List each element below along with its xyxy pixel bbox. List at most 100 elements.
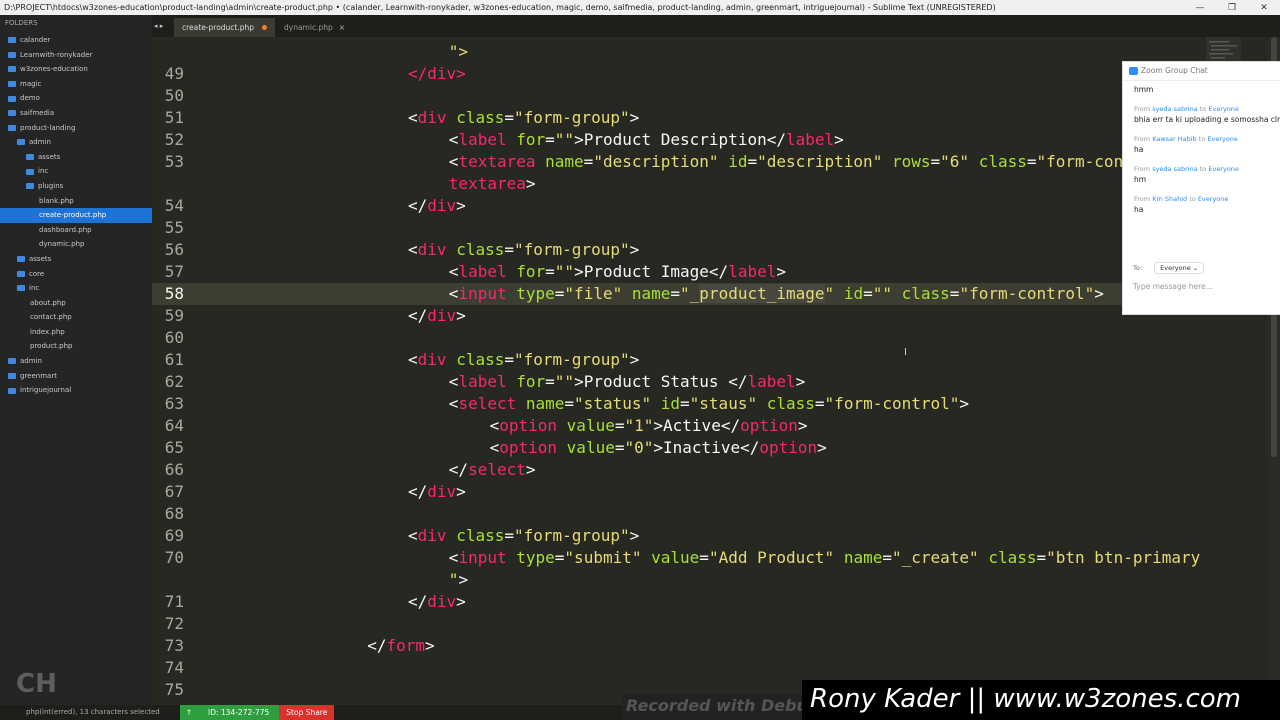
to-label: To: — [1133, 264, 1143, 272]
code-line[interactable]: <input type="submit" value="Add Product"… — [449, 547, 1200, 569]
chat-text: ha — [1134, 205, 1144, 214]
sidebar-folder[interactable]: demo — [0, 91, 152, 106]
code-line[interactable]: </div> — [408, 305, 466, 327]
recipient-name: Everyone — [1208, 105, 1239, 113]
sidebar-file[interactable]: contact.php — [0, 310, 152, 325]
code-line[interactable]: <div class="form-group"> — [408, 239, 639, 261]
recipient-dropdown[interactable]: Everyone ⌄ — [1154, 262, 1205, 274]
chat-messages: hmm From syeda sabrina to Everyone bhia er… — [1123, 81, 1280, 215]
line-number: 60 — [164, 328, 184, 347]
code-line[interactable]: <input type="file" name="_product_image"… — [449, 283, 1104, 305]
line-number: 74 — [164, 658, 184, 677]
chat-message: hmm — [1134, 85, 1280, 95]
code-line[interactable]: </div> — [408, 63, 466, 85]
code-line[interactable]: <div class="form-group"> — [408, 349, 639, 371]
sender-name: Km Shahid — [1152, 195, 1188, 203]
chat-message: From syeda sabrina to Everyone hm — [1134, 165, 1280, 185]
sidebar-file[interactable]: dashboard.php — [0, 223, 152, 238]
code-line[interactable]: </form> — [367, 635, 434, 657]
sidebar-folder[interactable]: assets — [0, 150, 152, 165]
tab-nav-arrows[interactable]: ◂ ▸ — [154, 22, 163, 30]
code-line[interactable]: </select> — [449, 459, 536, 481]
restore-button[interactable]: ❐ — [1216, 3, 1248, 13]
folder-icon — [17, 285, 25, 292]
window-title: D:\PROJECT\htdocs\w3zones-education\prod… — [4, 3, 996, 12]
sidebar-folder[interactable]: inc — [0, 281, 152, 296]
sidebar-file[interactable]: index.php — [0, 325, 152, 340]
sidebar-file[interactable]: dynamic.php — [0, 237, 152, 252]
code-line[interactable]: <label for="">Product Status </label> — [449, 371, 805, 393]
code-line[interactable]: <textarea name="description" id="descrip… — [449, 151, 1200, 173]
sidebar-folder[interactable]: plugins — [0, 179, 152, 194]
code-line[interactable]: <label for="">Product Image</label> — [449, 261, 786, 283]
sidebar-item-label: dynamic.php — [39, 240, 85, 249]
sidebar-folder[interactable]: product-landing — [0, 121, 152, 136]
stop-share-button[interactable]: Stop Share — [279, 705, 335, 720]
code-line[interactable]: <label for="">Product Description</label… — [449, 129, 844, 151]
line-number: 71 — [164, 592, 184, 611]
minimize-button[interactable]: — — [1184, 3, 1216, 13]
tab-label: dynamic.php — [284, 23, 333, 32]
folder-icon — [8, 51, 16, 58]
to-word: to — [1199, 105, 1207, 113]
window-titlebar: D:\PROJECT\htdocs\w3zones-education\prod… — [0, 0, 1280, 16]
sidebar-item-label: assets — [29, 254, 52, 263]
sidebar: FOLDERS calander Learnwith-ronykader w3zon… — [0, 15, 152, 705]
sidebar-folder[interactable]: core — [0, 267, 152, 282]
line-number: 73 — [164, 636, 184, 655]
sidebar-folder[interactable]: admin — [0, 354, 152, 369]
code-line[interactable]: <div class="form-group"> — [408, 525, 639, 547]
sidebar-item-label: inc — [38, 167, 49, 176]
chat-message: From syeda sabrina to Everyone bhia err t… — [1134, 105, 1280, 125]
tab-label: create-product.php — [182, 23, 255, 32]
sidebar-file[interactable]: product.php — [0, 339, 152, 354]
folder-icon — [17, 139, 25, 146]
recipient-name: Everyone — [1207, 135, 1238, 143]
line-number: 67 — [164, 482, 184, 501]
sidebar-folder[interactable]: saifmedia — [0, 106, 152, 121]
sidebar-folder[interactable]: magic — [0, 77, 152, 92]
code-line[interactable]: "> — [449, 41, 468, 63]
line-number: 56 — [164, 240, 184, 259]
sidebar-folder[interactable]: w3zones-education — [0, 62, 152, 77]
sidebar-item-label: core — [29, 269, 45, 278]
line-number — [152, 569, 184, 591]
code-editor[interactable]: "> 49 </div> 50 51 <div class="form-group"> 52… — [152, 37, 1268, 705]
tab-dynamic[interactable]: dynamic.php × — [276, 18, 353, 37]
sidebar-item-label: product.php — [30, 342, 73, 351]
sidebar-file[interactable]: create-product.php — [0, 208, 152, 223]
recipient-name: Everyone — [1197, 195, 1229, 203]
to-word: to — [1199, 165, 1207, 173]
sidebar-file[interactable]: about.php — [0, 296, 152, 311]
sidebar-folder[interactable]: admin — [0, 135, 152, 150]
tab-create-product[interactable]: create-product.php — [174, 18, 276, 37]
sidebar-folder[interactable]: assets — [0, 252, 152, 267]
code-line[interactable]: </div> — [408, 481, 466, 503]
sender-name: syeda sabrina — [1152, 165, 1198, 173]
sidebar-item-label: w3zones-education — [20, 65, 88, 74]
sidebar-folder[interactable]: intriguejournal — [0, 383, 152, 398]
sidebar-item-label: create-product.php — [39, 211, 107, 220]
folder-icon — [8, 37, 16, 44]
code-line[interactable]: </div> — [408, 591, 466, 613]
code-line[interactable]: textarea> — [449, 173, 536, 195]
chat-title: Zoom Group Chat — [1141, 66, 1208, 75]
code-line[interactable]: <option value="1">Active</option> — [490, 415, 808, 437]
code-line[interactable]: <div class="form-group"> — [408, 107, 639, 129]
sidebar-folder[interactable]: inc — [0, 164, 152, 179]
sidebar-folder[interactable]: Learnwith-ronykader — [0, 48, 152, 63]
chat-input[interactable]: Type message here... — [1133, 282, 1213, 291]
close-tab-icon[interactable]: × — [339, 23, 345, 32]
folder-icon — [8, 66, 16, 73]
code-line[interactable]: <select name="status" id="staus" class="… — [449, 393, 969, 415]
code-line[interactable]: "> — [449, 569, 468, 591]
sidebar-folder[interactable]: calander — [0, 33, 152, 48]
folder-icon — [26, 154, 34, 161]
line-number: 68 — [164, 504, 184, 523]
code-line[interactable]: <option value="0">Inactive</option> — [490, 437, 827, 459]
close-button[interactable]: ✕ — [1248, 3, 1280, 13]
sidebar-item-label: magic — [20, 79, 42, 88]
sidebar-folder[interactable]: greenmart — [0, 369, 152, 384]
code-line[interactable]: </div> — [408, 195, 466, 217]
sidebar-file[interactable]: blank.php — [0, 194, 152, 209]
